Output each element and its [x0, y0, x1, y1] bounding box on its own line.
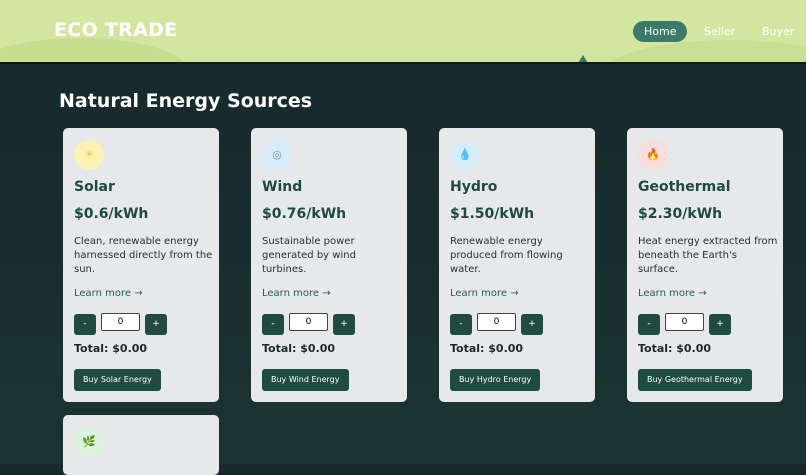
- decrease-button[interactable]: -: [262, 314, 284, 335]
- header-hill-decoration: [600, 40, 806, 62]
- quantity-input[interactable]: 0: [289, 313, 328, 331]
- card-price: $2.30/kWh: [638, 206, 723, 222]
- card-description: Sustainable power generated by wind turb…: [262, 236, 356, 275]
- energy-card-hydro: 💧 Hydro $1.50/kWh Renewable energy produ…: [439, 128, 595, 402]
- card-name: Hydro: [450, 179, 498, 195]
- nav-buyer[interactable]: Buyer: [751, 21, 805, 42]
- card-total: Total: $0.00: [638, 342, 712, 355]
- learn-more-link[interactable]: Learn more →: [638, 288, 707, 299]
- decrease-button[interactable]: -: [74, 314, 96, 335]
- card-total: Total: $0.00: [74, 342, 148, 355]
- decrease-button[interactable]: -: [638, 314, 660, 335]
- buy-button[interactable]: Buy Hydro Energy: [450, 369, 541, 391]
- quantity-input[interactable]: 0: [477, 313, 516, 331]
- energy-card-partial: 🌿: [63, 415, 219, 475]
- nav-seller[interactable]: Seller: [693, 21, 746, 42]
- quantity-input[interactable]: 0: [101, 313, 140, 331]
- card-name: Solar: [74, 179, 115, 195]
- tree-decoration: [578, 55, 588, 62]
- decrease-button[interactable]: -: [450, 314, 472, 335]
- increase-button[interactable]: +: [145, 314, 167, 335]
- learn-more-link[interactable]: Learn more →: [262, 288, 331, 299]
- energy-card-geothermal: 🔥 Geothermal $2.30/kWh Heat energy extra…: [627, 128, 783, 402]
- learn-more-link[interactable]: Learn more →: [450, 288, 519, 299]
- page-title: Natural Energy Sources: [59, 90, 313, 112]
- card-name: Geothermal: [638, 179, 731, 195]
- buy-button[interactable]: Buy Geothermal Energy: [638, 369, 752, 391]
- sun-icon: ☀: [74, 140, 104, 170]
- card-total: Total: $0.00: [262, 342, 336, 355]
- energy-card-wind: ◎ Wind $0.76/kWh Sustainable power gener…: [251, 128, 407, 402]
- card-total: Total: $0.00: [450, 342, 524, 355]
- card-price: $1.50/kWh: [450, 206, 535, 222]
- learn-more-link[interactable]: Learn more →: [74, 288, 143, 299]
- leaf-icon: 🌿: [74, 427, 104, 457]
- card-name: Wind: [262, 179, 303, 195]
- card-description: Renewable energy produced from flowing w…: [450, 236, 563, 275]
- card-price: $0.76/kWh: [262, 206, 347, 222]
- increase-button[interactable]: +: [521, 314, 543, 335]
- increase-button[interactable]: +: [333, 314, 355, 335]
- header-hill-decoration: [0, 38, 190, 62]
- nav-home[interactable]: Home: [633, 21, 688, 42]
- increase-button[interactable]: +: [709, 314, 731, 335]
- buy-button[interactable]: Buy Wind Energy: [262, 369, 349, 391]
- buy-button[interactable]: Buy Solar Energy: [74, 369, 161, 391]
- card-description: Heat energy extracted from beneath the E…: [638, 236, 778, 275]
- energy-card-solar: ☀ Solar $0.6/kWh Clean, renewable energy…: [63, 128, 219, 402]
- wind-icon: ◎: [262, 140, 292, 170]
- quantity-input[interactable]: 0: [665, 313, 704, 331]
- card-price: $0.6/kWh: [74, 206, 149, 222]
- brand-logo[interactable]: ECO TRADE: [54, 19, 177, 41]
- fire-icon: 🔥: [638, 140, 668, 170]
- top-header: ECO TRADE Home Seller Buyer: [0, 0, 806, 62]
- card-description: Clean, renewable energy harnessed direct…: [74, 236, 213, 275]
- water-drop-icon: 💧: [450, 140, 480, 170]
